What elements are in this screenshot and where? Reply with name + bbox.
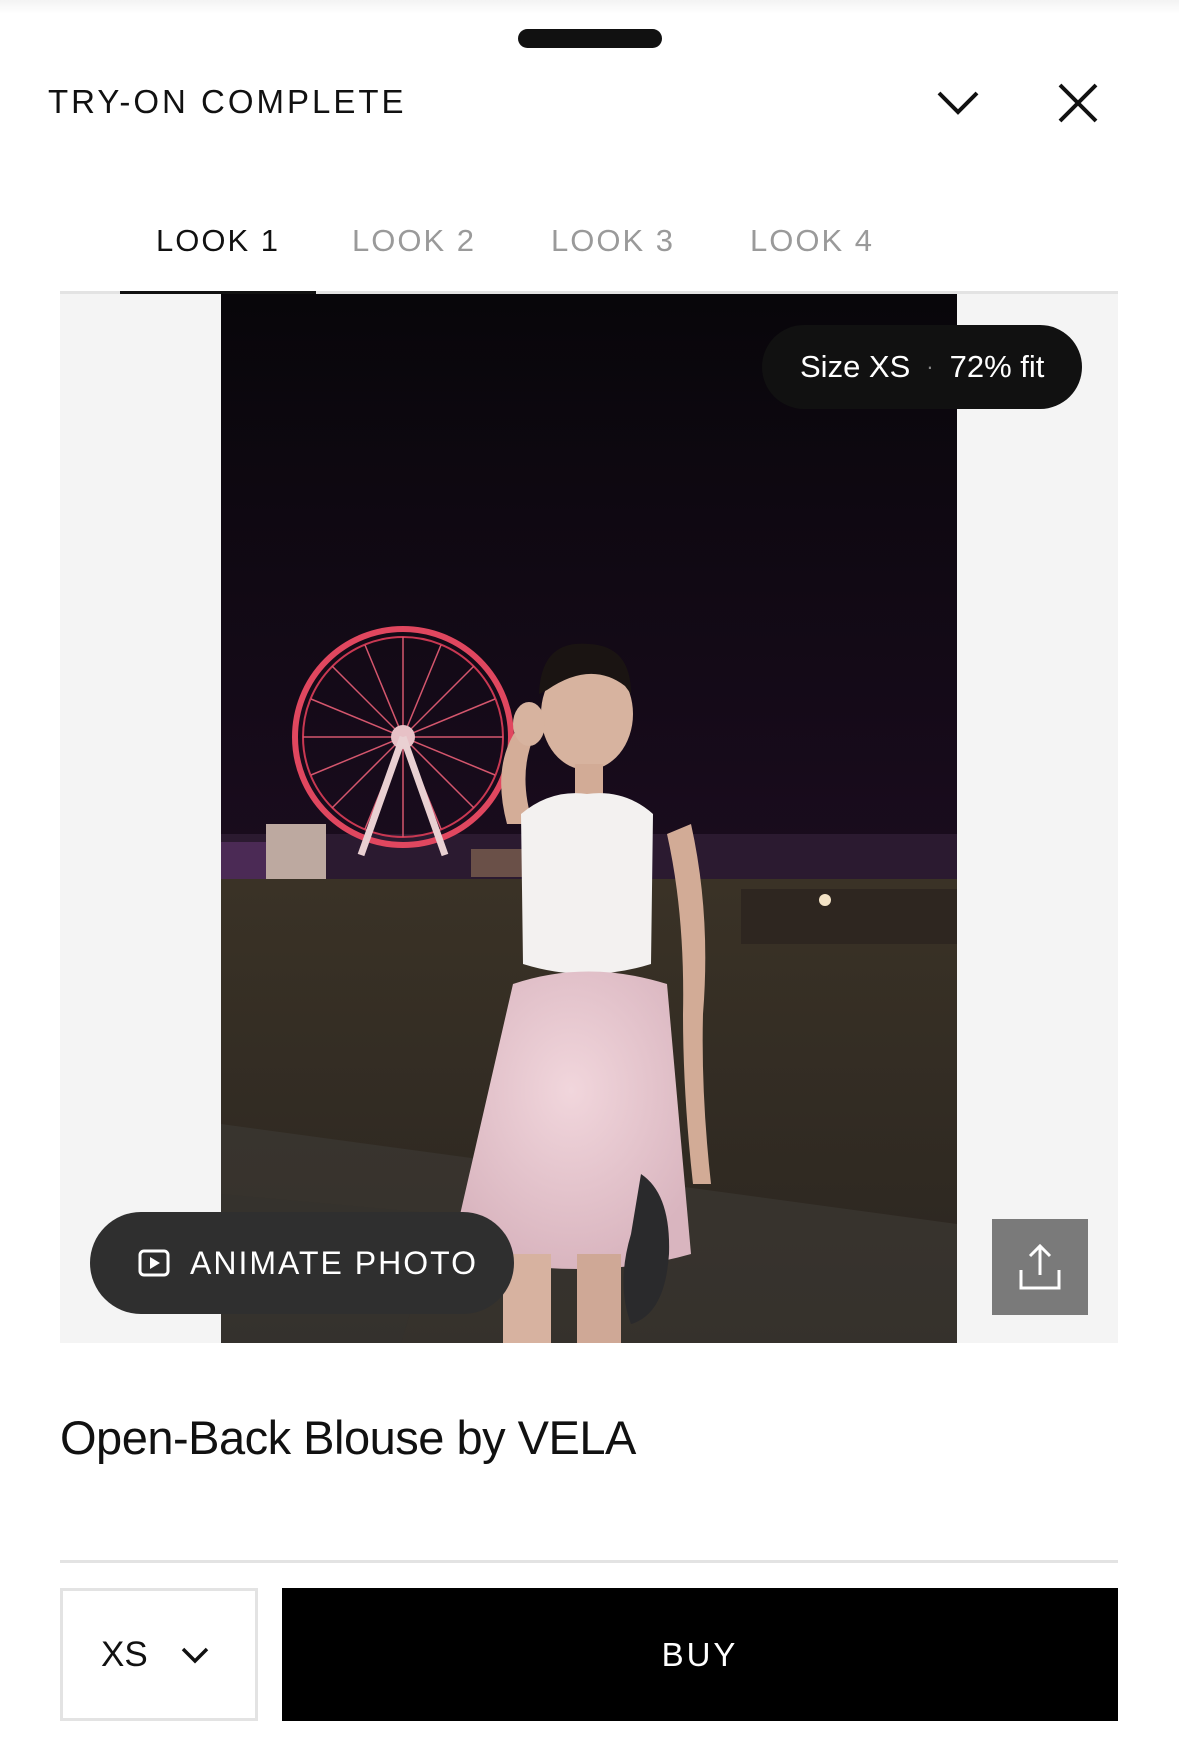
tab-look-4[interactable]: LOOK 4 xyxy=(714,224,910,290)
collapse-button[interactable] xyxy=(930,75,986,131)
tab-label: LOOK 3 xyxy=(551,223,675,258)
buy-button[interactable]: BUY xyxy=(282,1588,1118,1721)
animate-photo-button[interactable]: ANIMATE PHOTO xyxy=(90,1212,514,1314)
tab-look-1[interactable]: LOOK 1 xyxy=(120,223,316,294)
share-button[interactable] xyxy=(992,1219,1088,1315)
selected-size: XS xyxy=(101,1634,148,1674)
divider xyxy=(60,1560,1118,1563)
tab-label: LOOK 4 xyxy=(750,223,874,258)
sheet-grabber-handle[interactable] xyxy=(518,29,662,48)
chevron-down-icon xyxy=(937,91,979,115)
size-dropdown[interactable]: XS xyxy=(60,1588,258,1721)
try-on-stage: Size XS · 72% fit ANIMATE PHOTO xyxy=(60,294,1118,1343)
chevron-down-icon xyxy=(180,1645,210,1665)
separator-dot: · xyxy=(926,354,934,379)
sheet-top-edge xyxy=(0,0,1179,14)
close-button[interactable] xyxy=(1050,75,1106,131)
product-name: Open-Back Blouse by VELA xyxy=(60,1411,636,1464)
size-label: Size XS xyxy=(800,349,911,384)
tab-look-3[interactable]: LOOK 3 xyxy=(515,224,711,290)
fit-label: 72% fit xyxy=(949,349,1045,384)
look-tabs: LOOK 1 LOOK 2 LOOK 3 LOOK 4 xyxy=(60,200,1118,294)
tab-label: LOOK 2 xyxy=(352,223,476,258)
play-square-icon xyxy=(138,1249,170,1277)
tab-label: LOOK 1 xyxy=(156,223,280,258)
try-on-photo[interactable] xyxy=(221,294,957,1343)
sheet-title: TRY-ON COMPLETE xyxy=(48,83,407,120)
try-on-photo-illustration xyxy=(221,294,957,1343)
tab-look-2[interactable]: LOOK 2 xyxy=(316,224,512,290)
animate-photo-label: ANIMATE PHOTO xyxy=(190,1244,478,1281)
size-fit-badge: Size XS · 72% fit xyxy=(762,325,1083,409)
share-icon xyxy=(1019,1243,1061,1290)
close-icon xyxy=(1058,83,1098,123)
